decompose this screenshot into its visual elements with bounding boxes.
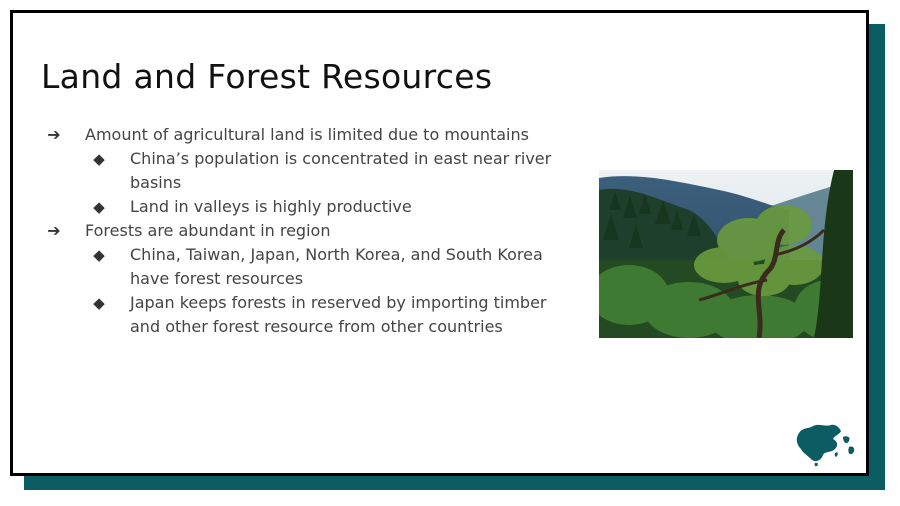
slide: Land and Forest Resources ➔ Amount of ag… bbox=[10, 10, 869, 476]
forest-photo bbox=[599, 170, 853, 338]
bullet-text: Amount of agricultural land is limited d… bbox=[85, 125, 529, 144]
diamond-icon: ◆ bbox=[93, 150, 105, 168]
bullet-item: ➔ Forests are abundant in region bbox=[41, 219, 561, 243]
bullet-item: ◆ Land in valleys is highly productive bbox=[41, 195, 561, 219]
diamond-icon: ◆ bbox=[93, 246, 105, 264]
diamond-icon: ◆ bbox=[93, 294, 105, 312]
arrow-icon: ➔ bbox=[47, 221, 61, 240]
bullet-list: ➔ Amount of agricultural land is limited… bbox=[41, 123, 561, 339]
bullet-item: ◆ China, Taiwan, Japan, North Korea, and… bbox=[41, 243, 561, 291]
bullet-item: ◆ Japan keeps forests in reserved by imp… bbox=[41, 291, 561, 339]
bullet-text: China, Taiwan, Japan, North Korea, and S… bbox=[130, 245, 543, 288]
bullet-text: Japan keeps forests in reserved by impor… bbox=[130, 293, 547, 336]
bullet-item: ➔ Amount of agricultural land is limited… bbox=[41, 123, 561, 147]
slide-title: Land and Forest Resources bbox=[41, 57, 493, 96]
diamond-icon: ◆ bbox=[93, 198, 105, 216]
arrow-icon: ➔ bbox=[47, 125, 61, 144]
bullet-text: China’s population is concentrated in ea… bbox=[130, 149, 552, 192]
east-asia-map-icon bbox=[795, 423, 857, 467]
bullet-item: ◆ China’s population is concentrated in … bbox=[41, 147, 561, 195]
bullet-text: Land in valleys is highly productive bbox=[130, 197, 412, 216]
bullet-text: Forests are abundant in region bbox=[85, 221, 331, 240]
